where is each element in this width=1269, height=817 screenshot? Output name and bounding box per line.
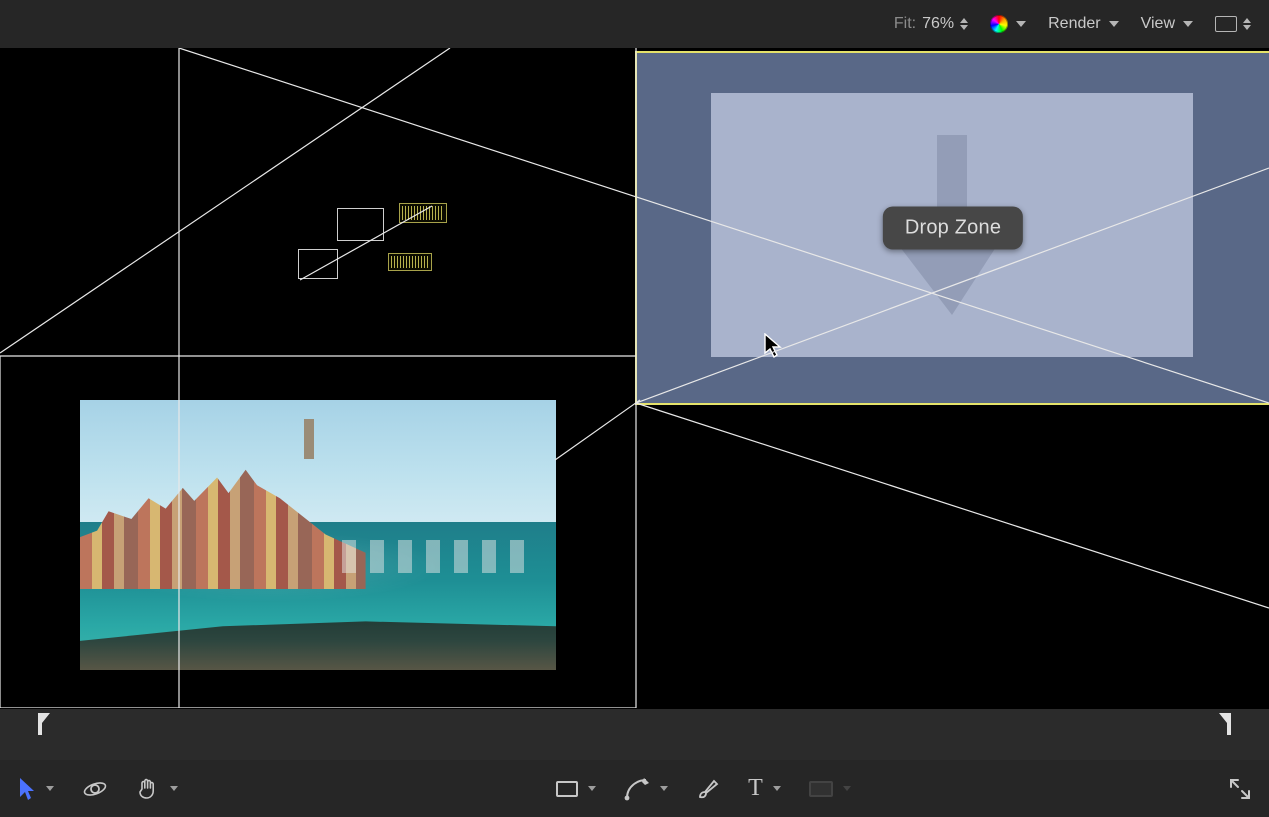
select-tool[interactable] [18, 777, 54, 801]
fit-label: Fit: [894, 15, 916, 33]
out-point-marker-icon[interactable] [1219, 713, 1233, 735]
pan-hand-icon [136, 777, 160, 801]
pen-tool[interactable] [624, 777, 668, 801]
viewer-top-toolbar: Fit: 76% Render View [0, 0, 1269, 49]
canvas-clip-outline[interactable] [298, 249, 338, 279]
chevron-down-icon [46, 786, 54, 791]
zoom-fit-control[interactable]: Fit: 76% [894, 15, 968, 33]
mini-timeline[interactable] [0, 708, 1269, 762]
mask-disabled-icon [809, 781, 833, 797]
canvas-clip-outline[interactable] [337, 208, 384, 241]
chevron-down-icon [1109, 21, 1119, 27]
aspect-ratio-control[interactable] [1215, 16, 1251, 32]
stepper-arrows-icon [1243, 18, 1251, 30]
color-channel-dropdown[interactable] [990, 15, 1026, 33]
text-tool[interactable]: T [748, 775, 781, 802]
pointer-icon [18, 777, 36, 801]
fullscreen-toggle[interactable] [1229, 778, 1251, 800]
shape-tool[interactable] [556, 781, 596, 797]
expand-fullscreen-icon [1229, 778, 1251, 800]
chevron-down-icon [1183, 21, 1193, 27]
chevron-down-icon [170, 786, 178, 791]
in-point-marker-icon[interactable] [36, 713, 50, 735]
render-label: Render [1048, 15, 1100, 33]
orbit-tool[interactable] [82, 776, 108, 802]
mask-tool-disabled [809, 781, 851, 797]
pan-tool[interactable] [136, 777, 178, 801]
drop-zone-panel[interactable]: Drop Zone [637, 53, 1269, 403]
canvas-audio-clip[interactable] [388, 253, 432, 271]
brush-tool-icon [696, 777, 720, 801]
chevron-down-icon [1016, 21, 1026, 27]
canvas-media-clip[interactable] [80, 400, 556, 670]
chevron-down-icon [843, 786, 851, 791]
view-dropdown[interactable]: View [1141, 15, 1193, 33]
text-tool-icon: T [748, 775, 763, 802]
render-dropdown[interactable]: Render [1048, 15, 1118, 33]
color-wheel-icon [990, 15, 1008, 33]
canvas-audio-clip[interactable] [399, 203, 447, 223]
chevron-down-icon [773, 786, 781, 791]
viewer-canvas[interactable]: Drop Zone [0, 48, 1269, 708]
stepper-arrows-icon [960, 18, 968, 30]
paint-tool[interactable] [696, 777, 720, 801]
drop-zone-label: Drop Zone [883, 207, 1023, 250]
view-label: View [1141, 15, 1175, 33]
pen-tool-icon [624, 777, 650, 801]
aspect-ratio-icon [1215, 16, 1237, 32]
canvas-tool-toolbar: T [0, 760, 1269, 817]
chevron-down-icon [660, 786, 668, 791]
orbit-icon [82, 776, 108, 802]
fit-value: 76% [922, 15, 954, 33]
chevron-down-icon [588, 786, 596, 791]
shape-rect-icon [556, 781, 578, 797]
